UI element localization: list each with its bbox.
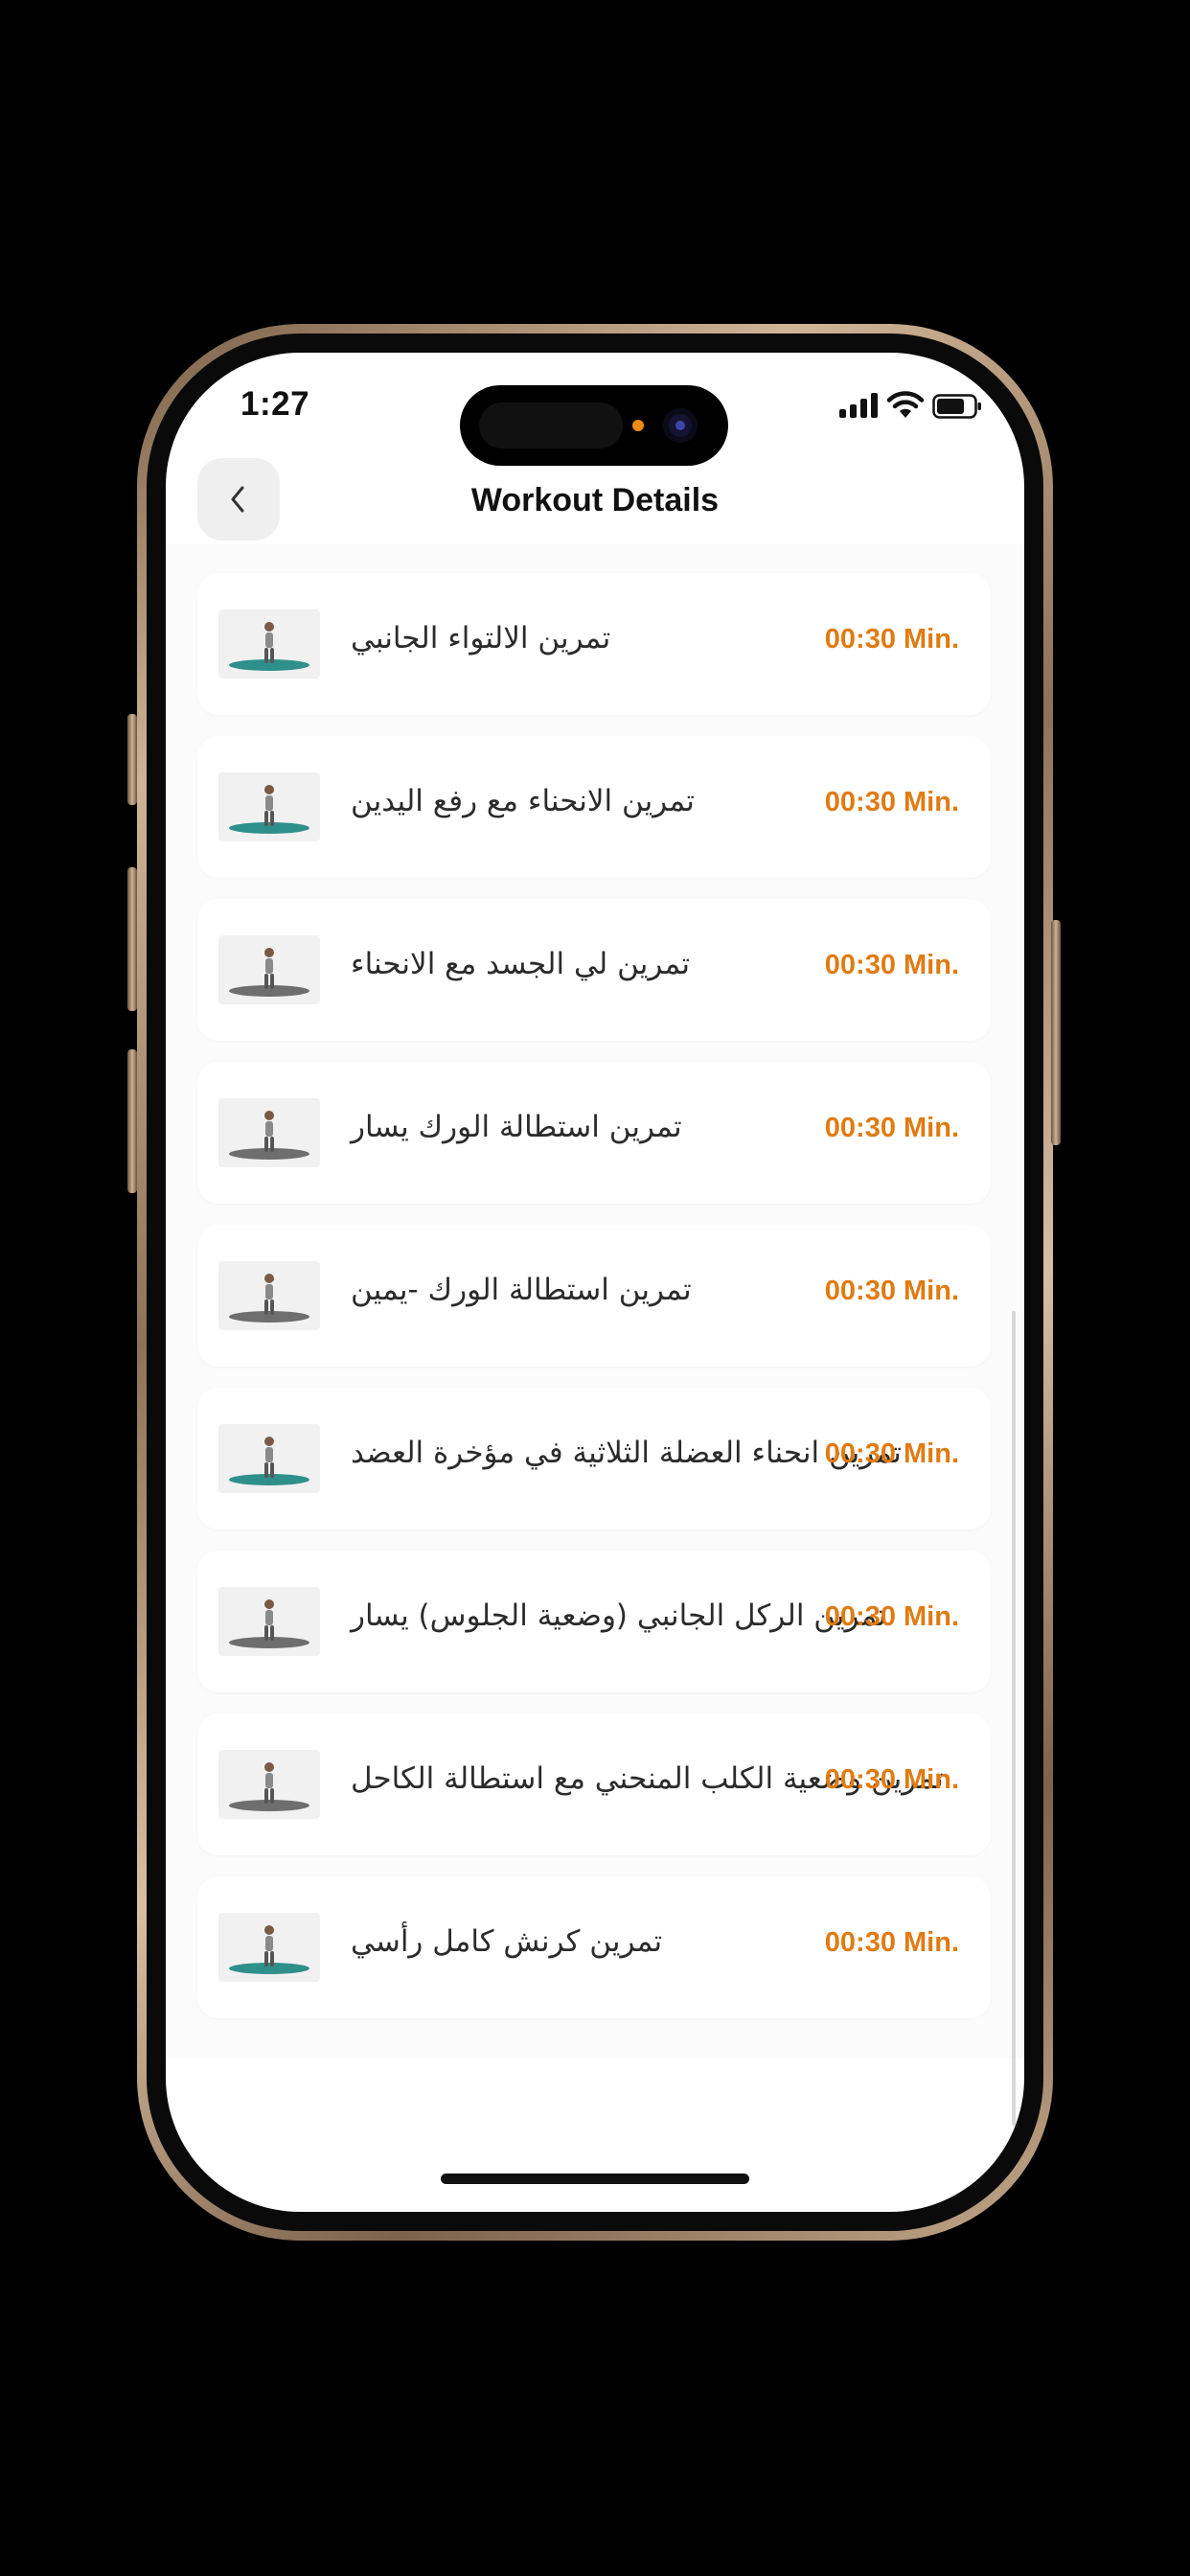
battery-icon — [932, 394, 981, 419]
exercise-duration: 00:30 Min. — [824, 787, 959, 817]
home-indicator[interactable] — [441, 2174, 749, 2184]
wifi-icon — [886, 391, 925, 418]
action-button — [127, 714, 137, 805]
exercise-duration: 00:30 Min. — [824, 1276, 959, 1306]
power-button — [1051, 920, 1061, 1145]
exercise-thumbnail — [218, 935, 320, 1004]
exercise-thumbnail — [218, 772, 320, 841]
exercise-name: تمرين الالتواء الجانبي — [351, 621, 611, 656]
exercise-card[interactable]: تمرين استطالة الورك يسار 00:30 Min. — [197, 1062, 991, 1204]
exercise-name: تمرين الانحناء مع رفع اليدين — [351, 784, 695, 818]
exercise-card[interactable]: تمرين كرنش كامل رأسي 00:30 Min. — [197, 1876, 991, 2018]
exercise-name: تمرين كرنش كامل رأسي — [351, 1924, 663, 1959]
exercise-thumbnail — [218, 1424, 320, 1493]
exercise-name: تمرين استطالة الورك -يمين — [351, 1273, 692, 1307]
island-activity — [479, 402, 623, 448]
exercise-thumbnail — [218, 1098, 320, 1167]
page-title: Workout Details — [470, 482, 720, 518]
exercise-thumbnail — [218, 1913, 320, 1982]
exercise-thumbnail — [218, 1750, 320, 1819]
exercise-thumbnail — [218, 1261, 320, 1330]
exercise-card[interactable]: تمرين الالتواء الجانبي 00:30 Min. — [197, 573, 991, 715]
exercise-name: تمرين لي الجسد مع الانحناء — [351, 947, 690, 981]
exercise-duration: 00:30 Min. — [824, 624, 959, 655]
exercise-duration: 00:30 Min. — [824, 1601, 959, 1632]
exercise-thumbnail — [218, 1587, 320, 1656]
dynamic-island — [460, 385, 728, 466]
exercise-name: تمرين الركل الجانبي (وضعية الجلوس) يسار — [351, 1598, 887, 1633]
exercise-card[interactable]: تمرين استطالة الورك -يمين 00:30 Min. — [197, 1225, 991, 1367]
camera-icon — [663, 408, 698, 443]
volume-up-button — [127, 867, 137, 1011]
exercise-card[interactable]: تمرين انحناء العضلة الثلاثية في مؤخرة ال… — [197, 1388, 991, 1530]
exercise-thumbnail — [218, 610, 320, 678]
exercise-duration: 00:30 Min. — [824, 1438, 959, 1469]
exercise-card[interactable]: تمرين لي الجسد مع الانحناء 00:30 Min. — [197, 899, 991, 1041]
exercise-card[interactable]: تمرين الركل الجانبي (وضعية الجلوس) يسار … — [197, 1551, 991, 1692]
exercise-card[interactable]: تمرين وضعية الكلب المنحني مع استطالة الك… — [197, 1714, 991, 1855]
cellular-signal-icon — [839, 393, 878, 418]
privacy-indicator-dot — [632, 420, 644, 431]
volume-down-button — [127, 1049, 137, 1193]
exercise-list[interactable]: تمرين الالتواء الجانبي 00:30 Min. تمرين … — [166, 544, 1024, 2058]
exercise-name: تمرين انحناء العضلة الثلاثية في مؤخرة ال… — [351, 1436, 902, 1470]
exercise-duration: 00:30 Min. — [824, 1113, 959, 1143]
exercise-duration: 00:30 Min. — [824, 950, 959, 980]
exercise-name: تمرين استطالة الورك يسار — [351, 1110, 682, 1144]
app-screen: 1:27 Workout Details تمرين الالتواء الجا… — [166, 353, 1024, 2212]
exercise-duration: 00:30 Min. — [824, 1764, 959, 1795]
scrollbar[interactable] — [1012, 1311, 1016, 2126]
exercise-duration: 00:30 Min. — [824, 1927, 959, 1958]
exercise-card[interactable]: تمرين الانحناء مع رفع اليدين 00:30 Min. — [197, 736, 991, 878]
status-time: 1:27 — [240, 385, 310, 423]
